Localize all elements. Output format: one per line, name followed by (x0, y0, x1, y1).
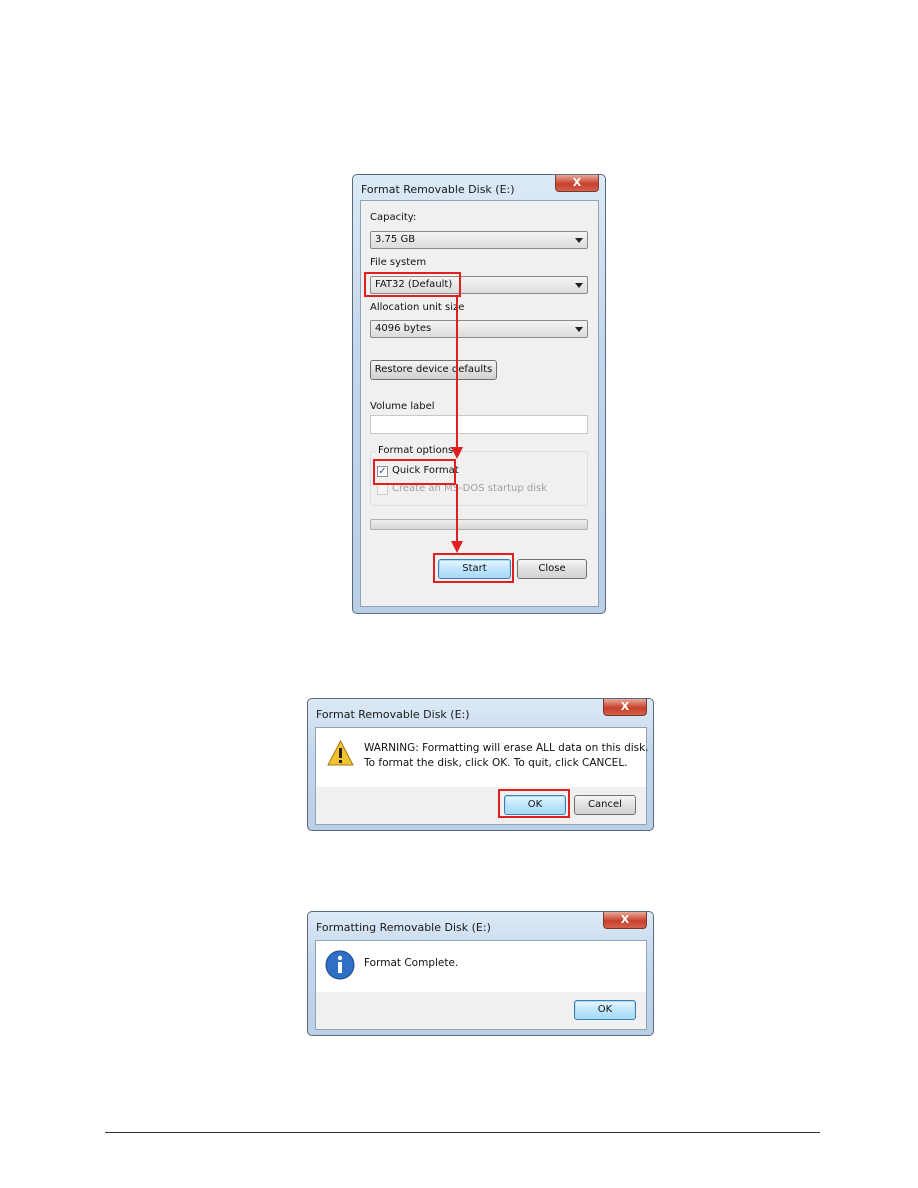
info-icon (325, 950, 355, 980)
ok-button[interactable]: OK (574, 1000, 636, 1020)
file-system-label: File system (370, 257, 427, 268)
complete-message: Format Complete. (364, 957, 459, 969)
volume-label: Volume label (370, 401, 435, 412)
msdos-checkbox[interactable] (377, 484, 388, 495)
cancel-button[interactable]: Cancel (574, 795, 636, 815)
warning-icon (327, 740, 354, 766)
warning-message-2: To format the disk, click OK. To quit, c… (364, 757, 628, 769)
dialog-title: Formatting Removable Disk (E:) (316, 921, 491, 934)
restore-defaults-button[interactable]: Restore device defaults (370, 360, 497, 380)
chevron-down-icon (575, 238, 583, 243)
chevron-down-icon (575, 327, 583, 332)
footer-rule (105, 1132, 820, 1133)
dialog-title: Format Removable Disk (E:) (316, 708, 470, 721)
capacity-select[interactable]: 3.75 GB (370, 231, 588, 249)
allocation-value: 4096 bytes (375, 323, 432, 334)
progress-bar (370, 519, 588, 530)
warning-message-1: WARNING: Formatting will erase ALL data … (364, 742, 649, 754)
arrow-head-icon (451, 447, 463, 459)
highlight-file-system (364, 272, 461, 297)
dialog-title: Format Removable Disk (E:) (361, 183, 515, 196)
chevron-down-icon (575, 283, 583, 288)
close-button[interactable]: Close (517, 559, 587, 579)
close-icon[interactable]: X (603, 699, 647, 716)
capacity-value: 3.75 GB (375, 234, 416, 245)
close-icon[interactable]: X (603, 912, 647, 929)
arrows (451, 296, 463, 553)
highlight-ok (498, 789, 570, 818)
volume-label-input[interactable] (370, 415, 588, 434)
arrow-head-icon (451, 541, 463, 553)
close-icon[interactable]: X (555, 175, 599, 192)
capacity-label: Capacity: (370, 212, 417, 223)
highlight-start (433, 553, 514, 583)
allocation-select[interactable]: 4096 bytes (370, 320, 588, 338)
